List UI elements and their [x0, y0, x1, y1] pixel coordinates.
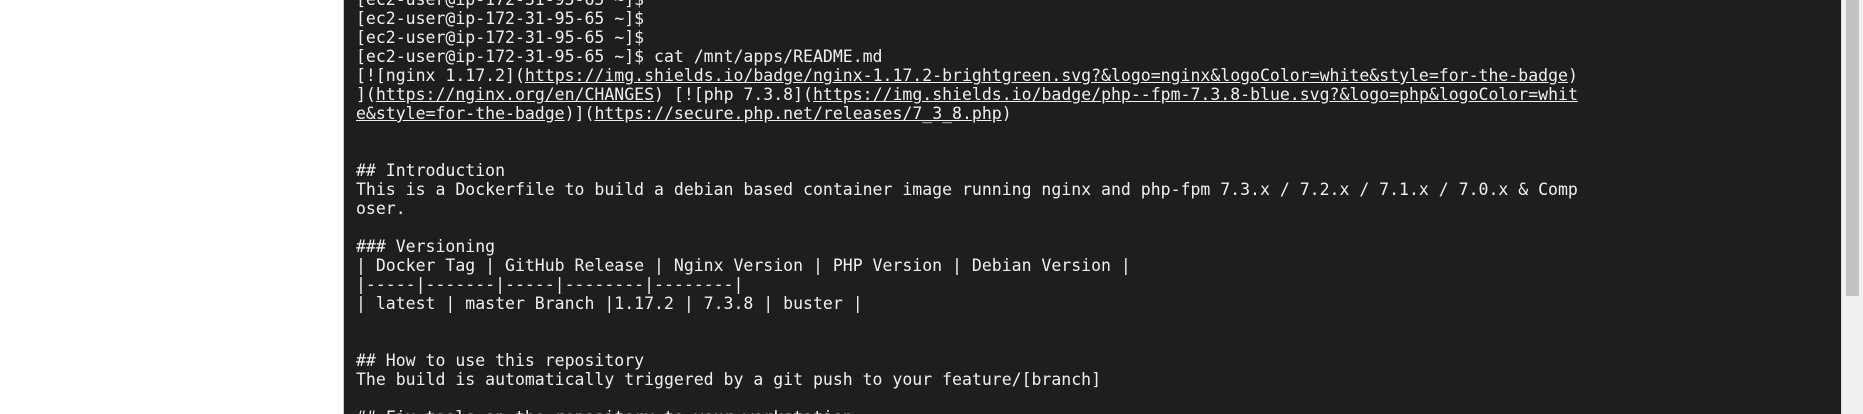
terminal-line: [ec2-user@ip-172-31-95-65 ~]$ [356, 28, 1578, 47]
terminal-line: The build is automatically triggered by … [356, 370, 1578, 389]
terminal-line: [![nginx 1.17.2](https://img.shields.io/… [356, 66, 1578, 85]
terminal-line: [ec2-user@ip-172-31-95-65 ~]$ [356, 0, 1578, 9]
terminal-url-link[interactable]: e&style=for-the-badge [356, 104, 565, 123]
terminal-text: | Docker Tag | GitHub Release | Nginx Ve… [356, 256, 1131, 275]
terminal-text: ## How to use this repository [356, 351, 645, 370]
terminal-text: ## Fix tools on the repository to your w… [356, 408, 853, 414]
scrollbar-thumb[interactable] [1846, 0, 1859, 296]
terminal-line: e&style=for-the-badge)](https://secure.p… [356, 104, 1578, 123]
terminal-window[interactable]: [ec2-user@ip-172-31-95-65 ~]$ [ec2-user@i… [344, 0, 1842, 414]
terminal-line: ](https://nginx.org/en/CHANGES) [![php 7… [356, 85, 1578, 104]
left-blank-panel [0, 0, 343, 414]
terminal-url-link[interactable]: https://nginx.org/en/CHANGES [376, 85, 654, 104]
terminal-text: ) [1001, 104, 1012, 123]
terminal-text: ) [1567, 66, 1578, 85]
terminal-text: This is a Dockerfile to build a debian b… [356, 180, 1578, 199]
terminal-line: This is a Dockerfile to build a debian b… [356, 180, 1578, 199]
terminal-url-link[interactable]: https://img.shields.io/badge/php--fpm-7.… [813, 85, 1578, 104]
terminal-text: ) [![php 7.3.8]( [654, 85, 813, 104]
terminal-line: | latest | master Branch |1.17.2 | 7.3.8… [356, 294, 1578, 313]
vertical-scrollbar[interactable] [1841, 0, 1863, 414]
terminal-line: ### Versioning [356, 237, 1578, 256]
terminal-text: oser. [356, 199, 406, 218]
terminal-text: ]( [356, 85, 376, 104]
terminal-output[interactable]: [ec2-user@ip-172-31-95-65 ~]$ [ec2-user@i… [356, 0, 1578, 414]
terminal-text: [ec2-user@ip-172-31-95-65 ~]$ [356, 0, 644, 9]
terminal-url-link[interactable]: https://img.shields.io/badge/nginx-1.17.… [525, 66, 1568, 85]
terminal-line: |-----|-------|-----|--------|--------| [356, 275, 1578, 294]
terminal-text: |-----|-------|-----|--------|--------| [356, 275, 744, 294]
terminal-text: )]( [564, 104, 595, 123]
terminal-line: ## How to use this repository [356, 351, 1578, 370]
terminal-text: [ec2-user@ip-172-31-95-65 ~]$ [356, 28, 645, 47]
terminal-text: [ec2-user@ip-172-31-95-65 ~]$ [356, 9, 645, 28]
terminal-text: ## Introduction [356, 161, 506, 180]
terminal-text: [![nginx 1.17.2]( [356, 66, 525, 85]
terminal-url-link[interactable]: https://secure.php.net/releases/7_3_8.ph… [594, 104, 1001, 123]
terminal-line: oser. [356, 199, 1578, 218]
terminal-line: ## Introduction [356, 161, 1578, 180]
terminal-text: [ec2-user@ip-172-31-95-65 ~]$ cat /mnt/a… [356, 47, 883, 66]
terminal-line: ## Fix tools on the repository to your w… [356, 408, 1578, 414]
terminal-line: [ec2-user@ip-172-31-95-65 ~]$ [356, 9, 1578, 28]
terminal-text: The build is automatically triggered by … [356, 370, 1102, 389]
terminal-text: | latest | master Branch |1.17.2 | 7.3.8… [356, 294, 863, 313]
terminal-line: | Docker Tag | GitHub Release | Nginx Ve… [356, 256, 1578, 275]
terminal-text: ### Versioning [356, 237, 496, 256]
terminal-line: [ec2-user@ip-172-31-95-65 ~]$ cat /mnt/a… [356, 47, 1578, 66]
